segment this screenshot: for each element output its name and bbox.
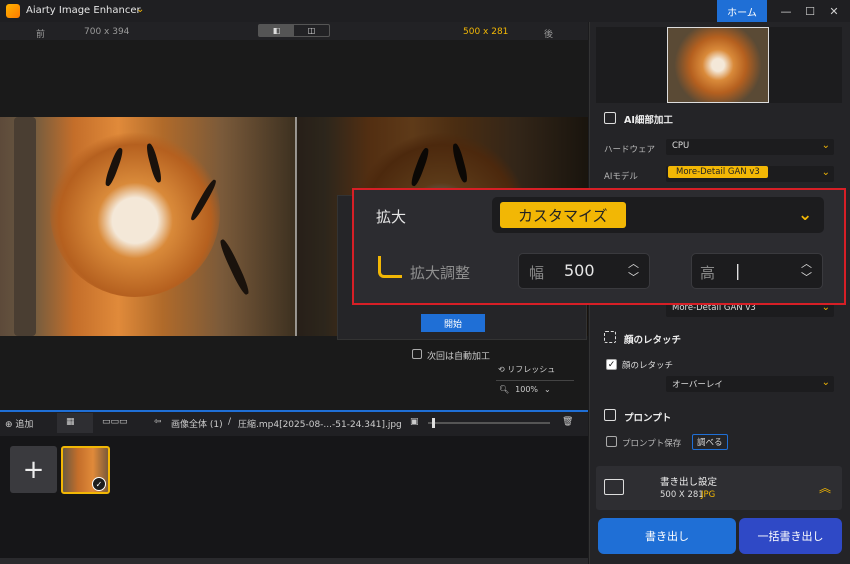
app-menu-chevron-down-icon[interactable]: ⌄ — [136, 4, 144, 15]
height-label: 高 — [700, 264, 716, 282]
close-icon[interactable]: ✕ — [824, 2, 844, 20]
prompt-save-checkbox[interactable] — [606, 436, 617, 447]
add-label: 追加 — [15, 420, 34, 430]
trash-icon[interactable]: 🗑︎ — [562, 417, 573, 427]
face-retouch-label: 顔のレタッチ — [622, 361, 674, 371]
chevron-double-up-icon[interactable]: ︽ — [819, 479, 831, 496]
model-select[interactable]: More-Detail GAN v3 ⌄ — [666, 166, 834, 182]
scale-value: カスタマイズ — [500, 202, 626, 228]
before-label: 前 — [36, 30, 46, 40]
face-mode-value: オーバーレイ — [672, 380, 723, 390]
status-bar — [0, 558, 588, 564]
hardware-label: ハードウェア — [604, 145, 656, 155]
checkmark-icon: ✓ — [92, 477, 106, 491]
stepper-icon[interactable]: ︿ ﹀ — [801, 257, 812, 285]
add-button[interactable]: ⊕ 追加 — [5, 417, 33, 430]
face-retouch-icon — [604, 331, 616, 343]
width-field[interactable]: 幅 500 ︿ ﹀ — [518, 253, 650, 289]
home-button[interactable]: ホーム — [717, 0, 767, 22]
grid-view-active-bg — [57, 413, 93, 433]
split-view-icon[interactable]: ◧ — [259, 25, 294, 36]
navigator-thumbnail[interactable] — [667, 27, 769, 103]
zoom-value: 100% — [515, 385, 539, 394]
hardware-select[interactable]: CPU ⌄ — [666, 139, 834, 155]
zoom-icon: 🔍︎ — [499, 385, 510, 394]
add-icon: ⊕ — [5, 420, 16, 430]
zoom-select[interactable]: 🔍︎ 100% ⌄ — [496, 380, 574, 398]
breadcrumb-all[interactable]: 画像全体 (1) — [171, 417, 223, 430]
image-size-icon: ▣ — [410, 417, 419, 427]
thumbnail-size-slider[interactable] — [428, 422, 550, 424]
width-label: 幅 — [529, 264, 545, 282]
minimize-icon[interactable]: — — [776, 2, 796, 20]
original-image[interactable] — [0, 117, 296, 336]
face-section-title: 顔のレタッチ — [624, 335, 682, 346]
height-field[interactable]: 高 | ︿ ﹀ — [691, 253, 823, 289]
before-size: 700 x 394 — [84, 27, 130, 37]
width-input[interactable]: 500 — [564, 261, 595, 280]
export-format: JPG — [701, 490, 716, 500]
prompt-icon — [604, 409, 616, 421]
prompt-check-button[interactable]: 調べる — [692, 434, 728, 450]
list-view-icon[interactable]: ▭▭▭ — [102, 417, 128, 427]
chevron-down-icon: ⌄ — [821, 140, 830, 151]
detail-enhance-icon — [604, 112, 616, 124]
side-by-side-view-icon[interactable]: ◫ — [294, 25, 329, 36]
chevron-down-icon[interactable]: ⌄ — [798, 205, 812, 225]
after-label: 後 — [544, 30, 554, 40]
maximize-icon[interactable]: ☐ — [800, 2, 820, 20]
export-settings-panel[interactable] — [596, 466, 842, 510]
prompt-section-title: プロンプト — [624, 413, 672, 424]
export-settings-title: 書き出し設定 — [660, 477, 718, 488]
auto-process-label: 次回は自動加工 — [427, 352, 491, 362]
breadcrumb-separator: / — [228, 417, 232, 427]
sub-option-arrow-icon — [378, 256, 402, 278]
after-size: 500 x 281 — [463, 27, 509, 37]
chevron-down-icon: ⌄ — [821, 167, 830, 178]
face-mode-select[interactable]: オーバーレイ ⌄ — [666, 376, 834, 392]
stepper-icon[interactable]: ︿ ﹀ — [628, 257, 639, 285]
compare-view-toggle[interactable]: ◧ ◫ — [258, 24, 330, 37]
face-retouch-checkbox[interactable]: ✓ — [606, 359, 617, 370]
scale-label: 拡大 — [376, 208, 407, 226]
auto-process-checkbox[interactable] — [412, 349, 422, 359]
model-label: AIモデル — [604, 172, 638, 182]
hardware-value: CPU — [672, 141, 690, 151]
start-button[interactable]: 開始 — [421, 314, 485, 332]
refresh-button[interactable]: ⟲ リフレッシュ — [498, 364, 555, 375]
export-button[interactable]: 書き出し — [598, 518, 736, 554]
height-input[interactable]: | — [735, 261, 740, 280]
ai-section-title: AI細部加工 — [624, 115, 673, 126]
breadcrumb-filename: 圧縮.mp4[2025-08-...-51-24.341].jpg — [238, 420, 402, 430]
export-size: 500 X 281 — [660, 490, 704, 500]
compare-divider[interactable] — [295, 117, 297, 336]
slider-handle[interactable] — [432, 418, 435, 428]
app-window: Aiarty Image Enhancer ⌄ ホーム — ☐ ✕ 前 700 … — [0, 0, 850, 564]
app-title: Aiarty Image Enhancer — [26, 5, 141, 16]
batch-export-button[interactable]: 一括書き出し — [739, 518, 842, 554]
refresh-label: リフレッシュ — [507, 365, 556, 374]
refresh-icon: ⟲ — [498, 365, 508, 374]
export-settings-icon — [604, 479, 624, 495]
add-image-tile[interactable]: + — [10, 446, 57, 493]
prompt-save-label: プロンプト保存 — [622, 439, 682, 449]
app-logo-icon — [6, 4, 20, 18]
model-value: More-Detail GAN v3 — [668, 166, 768, 178]
back-arrow-icon[interactable]: ⇦ — [154, 417, 162, 427]
chevron-down-icon: ⌄ — [821, 377, 830, 388]
chevron-down-icon: ⌄ — [544, 385, 551, 394]
grid-view-icon[interactable]: ▦ — [66, 417, 75, 427]
scale-adjust-label: 拡大調整 — [410, 264, 471, 282]
